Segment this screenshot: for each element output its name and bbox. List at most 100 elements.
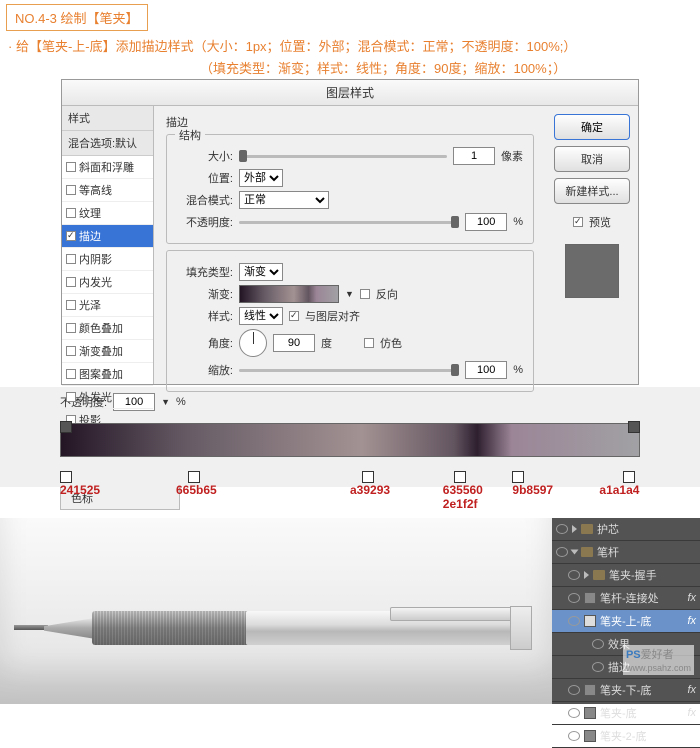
- preview-checkbox[interactable]: [573, 217, 583, 227]
- checkbox-icon[interactable]: [66, 162, 76, 172]
- eye-icon[interactable]: [568, 731, 580, 741]
- layer-row[interactable]: 笔杆: [552, 541, 700, 564]
- position-select[interactable]: 外部: [239, 169, 283, 187]
- color-label: a39293: [350, 483, 390, 497]
- dialog-buttons: 确定 取消 新建样式... 预览: [546, 106, 638, 384]
- gradient-track[interactable]: 241525 665b65 a39293 635560 2e1f2f 9b859…: [60, 423, 640, 481]
- settings-panel: 描边 结构 大小: 像素 位置: 外部 混合模式: 正常 不: [154, 106, 546, 384]
- new-style-button[interactable]: 新建样式...: [554, 178, 630, 204]
- eye-icon[interactable]: [592, 639, 604, 649]
- opacity-stop[interactable]: [628, 421, 640, 433]
- eye-icon[interactable]: [568, 708, 580, 718]
- gradient-picker[interactable]: [239, 285, 339, 303]
- arrow-icon[interactable]: [572, 525, 577, 533]
- fill-type-select[interactable]: 渐变: [239, 263, 283, 281]
- scale-input[interactable]: [465, 361, 507, 379]
- layer-row[interactable]: 护芯: [552, 518, 700, 541]
- arrow-icon[interactable]: [584, 571, 589, 579]
- style-type-label: 样式:: [177, 308, 233, 324]
- layer-row[interactable]: 笔夹-2-底: [552, 725, 700, 748]
- fill-type-label: 填充类型:: [177, 264, 233, 280]
- blend-mode-select[interactable]: 正常: [239, 191, 329, 209]
- ok-button[interactable]: 确定: [554, 114, 630, 140]
- description-line-2: （填充类型：渐变；样式：线性；角度：90度；缩放：100%；）: [0, 58, 700, 77]
- checkbox-icon[interactable]: [66, 323, 76, 333]
- structure-group: 结构 大小: 像素 位置: 外部 混合模式: 正常 不透明度:: [166, 134, 534, 244]
- checkbox-icon[interactable]: [66, 254, 76, 264]
- styles-header[interactable]: 样式: [62, 106, 153, 131]
- eye-icon[interactable]: [592, 662, 604, 672]
- angle-unit: 度: [321, 335, 332, 351]
- style-contour[interactable]: 等高线: [62, 179, 153, 202]
- dither-checkbox[interactable]: [364, 338, 374, 348]
- eye-icon[interactable]: [568, 685, 580, 695]
- style-texture[interactable]: 纹理: [62, 202, 153, 225]
- style-pattern-overlay[interactable]: 图案叠加: [62, 363, 153, 386]
- style-outer-glow[interactable]: 外发光: [62, 386, 153, 409]
- arrow-icon[interactable]: [571, 550, 579, 555]
- layer-style-dialog: 图层样式 样式 混合选项:默认 斜面和浮雕 等高线 纹理 描边 内阴影 内发光 …: [61, 79, 639, 385]
- scale-slider[interactable]: [239, 369, 459, 372]
- checkbox-icon[interactable]: [66, 392, 76, 402]
- cancel-button[interactable]: 取消: [554, 146, 630, 172]
- canvas-area: 护芯 笔杆 笔夹-握手 笔杆-连接处fx 笔夹-上-底fx 效果 描边 笔夹-下…: [0, 518, 700, 704]
- size-slider[interactable]: [239, 155, 447, 158]
- layer-row[interactable]: 笔杆-连接处fx: [552, 587, 700, 610]
- checkbox-icon[interactable]: [66, 231, 76, 241]
- percent-unit: %: [513, 364, 523, 376]
- style-bevel[interactable]: 斜面和浮雕: [62, 156, 153, 179]
- checkbox-icon[interactable]: [66, 185, 76, 195]
- eye-icon[interactable]: [568, 593, 580, 603]
- opacity-input[interactable]: [465, 213, 507, 231]
- eye-icon[interactable]: [568, 570, 580, 580]
- style-inner-shadow[interactable]: 内阴影: [62, 248, 153, 271]
- checkbox-icon[interactable]: [66, 208, 76, 218]
- pencil-grip: [92, 611, 252, 645]
- layer-row[interactable]: 笔夹-下-底fx: [552, 679, 700, 702]
- watermark: PS爱好者 www.psahz.com: [623, 645, 694, 675]
- color-label: 241525: [60, 483, 100, 497]
- style-gradient-overlay[interactable]: 渐变叠加: [62, 340, 153, 363]
- color-stop[interactable]: [454, 471, 466, 483]
- style-color-overlay[interactable]: 颜色叠加: [62, 317, 153, 340]
- style-stroke[interactable]: 描边: [62, 225, 153, 248]
- pencil-lead: [14, 625, 48, 630]
- style-inner-glow[interactable]: 内发光: [62, 271, 153, 294]
- angle-input[interactable]: [273, 334, 315, 352]
- color-label: a1a1a4: [599, 483, 639, 497]
- style-type-select[interactable]: 线性: [239, 307, 283, 325]
- layer-row-selected[interactable]: 笔夹-上-底fx: [552, 610, 700, 633]
- eye-icon[interactable]: [556, 547, 568, 557]
- opacity-slider[interactable]: [239, 221, 459, 224]
- color-stop[interactable]: [362, 471, 374, 483]
- style-satin[interactable]: 光泽: [62, 294, 153, 317]
- color-stop[interactable]: [623, 471, 635, 483]
- scale-label: 缩放:: [177, 362, 233, 378]
- eye-icon[interactable]: [568, 616, 580, 626]
- color-label: 9b8597: [512, 483, 553, 497]
- checkbox-icon[interactable]: [66, 369, 76, 379]
- checkbox-icon[interactable]: [66, 346, 76, 356]
- reverse-label: 反向: [376, 286, 398, 302]
- checkbox-icon[interactable]: [66, 277, 76, 287]
- size-input[interactable]: [453, 147, 495, 165]
- checkbox-icon[interactable]: [66, 300, 76, 310]
- reverse-checkbox[interactable]: [360, 289, 370, 299]
- preview-swatch: [565, 244, 619, 298]
- gradient-bar[interactable]: [60, 423, 640, 457]
- color-label: 635560: [443, 483, 483, 497]
- description-line-1: · 给【笔夹-上-底】添加描边样式（大小：1px；位置：外部；混合模式：正常；不…: [0, 35, 700, 58]
- position-label: 位置:: [177, 170, 233, 186]
- layer-row[interactable]: 笔夹-握手: [552, 564, 700, 587]
- stroke-heading: 描边: [166, 114, 534, 130]
- align-checkbox[interactable]: [289, 311, 299, 321]
- color-stop[interactable]: [188, 471, 200, 483]
- layer-row[interactable]: 笔夹-底fx: [552, 702, 700, 725]
- opacity-stop[interactable]: [60, 421, 72, 433]
- blend-options-default[interactable]: 混合选项:默认: [62, 131, 153, 156]
- color-stop[interactable]: [60, 471, 72, 483]
- color-stop[interactable]: [512, 471, 524, 483]
- color-label: 2e1f2f: [443, 497, 478, 511]
- eye-icon[interactable]: [556, 524, 568, 534]
- angle-dial[interactable]: [239, 329, 267, 357]
